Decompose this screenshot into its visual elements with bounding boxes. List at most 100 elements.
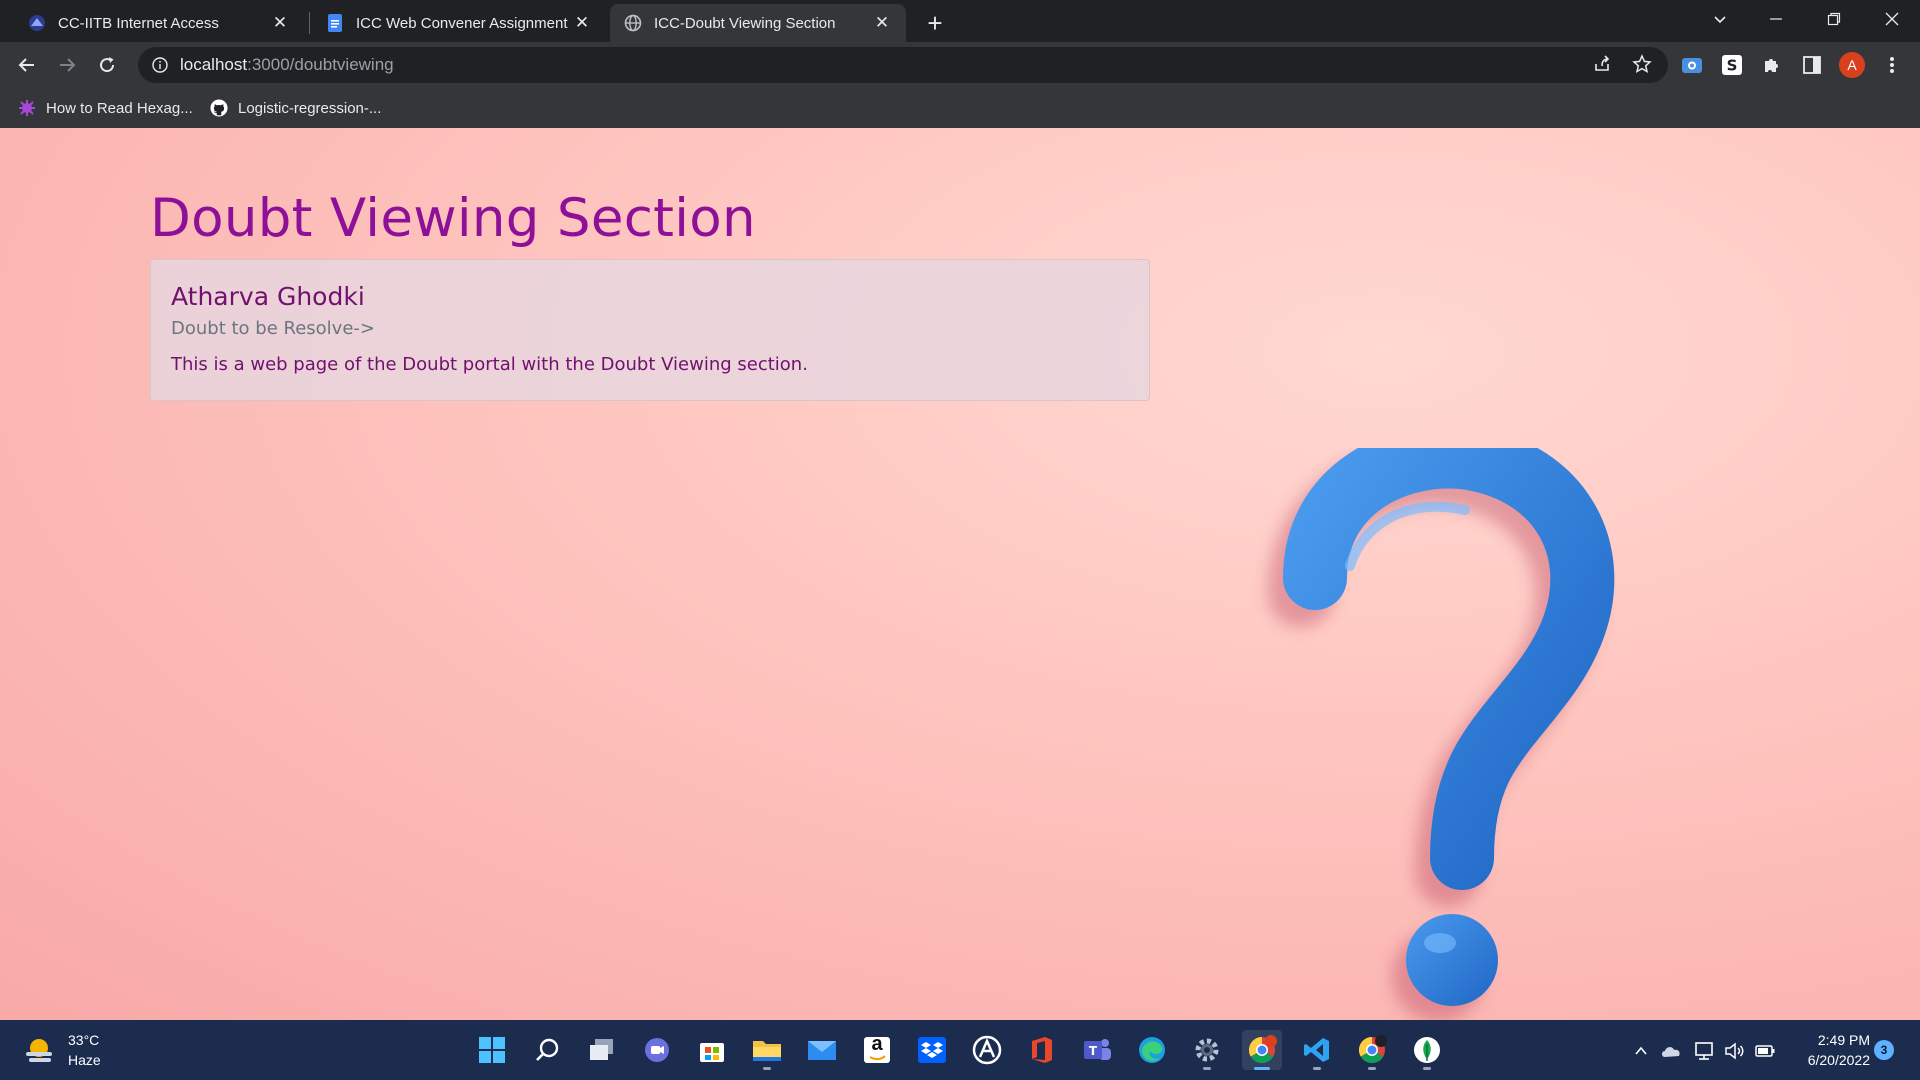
tray-overflow-button[interactable] bbox=[1630, 1040, 1652, 1062]
share-button[interactable] bbox=[1586, 48, 1618, 80]
extensions-button[interactable] bbox=[1758, 51, 1786, 79]
taskbar-file-explorer[interactable] bbox=[747, 1030, 787, 1070]
chrome-icon bbox=[1358, 1035, 1387, 1064]
bookmark-label: How to Read Hexag... bbox=[46, 99, 193, 117]
chrome-icon bbox=[1248, 1035, 1277, 1064]
restore-button[interactable] bbox=[1806, 0, 1862, 38]
close-icon[interactable]: ✕ bbox=[270, 13, 290, 33]
taskbar-clock[interactable]: 2:49 PM 6/20/2022 bbox=[1790, 1030, 1870, 1070]
bookmark-logistic-regression[interactable]: Logistic-regression-... bbox=[210, 96, 381, 120]
doubt-card: Atharva Ghodki Doubt to be Resolve-> Thi… bbox=[150, 259, 1150, 401]
chevron-up-icon bbox=[1635, 1046, 1647, 1055]
card-subtitle: Doubt to be Resolve-> bbox=[171, 318, 375, 339]
side-panel-icon bbox=[1803, 56, 1821, 74]
tab-icc-assignment[interactable]: ICC Web Convener Assignment - ✕ bbox=[312, 4, 606, 42]
chat-icon bbox=[645, 1038, 669, 1062]
tray-onedrive[interactable] bbox=[1660, 1040, 1682, 1062]
taskbar-mail[interactable] bbox=[802, 1030, 842, 1070]
puzzle-icon bbox=[1765, 59, 1778, 72]
taskbar-ms-store[interactable] bbox=[692, 1030, 732, 1070]
taskbar-chrome-profile-b[interactable] bbox=[1352, 1030, 1392, 1070]
back-button[interactable] bbox=[11, 49, 43, 81]
browser-toolbar: localhost:3000/doubtviewing S A bbox=[0, 42, 1920, 88]
teams-icon: T bbox=[1084, 1039, 1111, 1060]
bookmark-label: Logistic-regression-... bbox=[238, 99, 382, 117]
network-icon bbox=[1695, 1042, 1713, 1060]
new-tab-button[interactable]: + bbox=[920, 8, 950, 38]
weather-widget[interactable]: 33°C Haze bbox=[22, 1030, 101, 1070]
card-author-name: Atharva Ghodki bbox=[171, 282, 365, 311]
reload-icon bbox=[100, 57, 115, 73]
running-indicator bbox=[1203, 1067, 1211, 1070]
url-path: :3000/doubtviewing bbox=[247, 55, 394, 74]
dropbox-icon bbox=[918, 1037, 946, 1063]
store-icon bbox=[700, 1043, 724, 1062]
info-icon[interactable] bbox=[150, 55, 170, 75]
taskbar-vscode[interactable] bbox=[1297, 1030, 1337, 1070]
extension-screenshot[interactable] bbox=[1678, 51, 1706, 79]
tab-title: CC-IITB Internet Access bbox=[58, 14, 219, 32]
profile-initial: A bbox=[1847, 57, 1857, 73]
taskbar-settings[interactable] bbox=[1187, 1030, 1227, 1070]
tab-cc-iitb[interactable]: CC-IITB Internet Access ✕ bbox=[14, 4, 304, 42]
taskbar-app-a[interactable] bbox=[967, 1030, 1007, 1070]
card-body-text: This is a web page of the Doubt portal w… bbox=[171, 354, 808, 375]
address-bar[interactable]: localhost:3000/doubtviewing bbox=[138, 47, 1668, 83]
vscode-icon bbox=[1304, 1038, 1329, 1062]
share-icon bbox=[1595, 55, 1610, 71]
clock-date: 6/20/2022 bbox=[1807, 1052, 1870, 1068]
minimize-button[interactable] bbox=[1748, 0, 1804, 38]
taskbar-edge[interactable] bbox=[1132, 1030, 1172, 1070]
menu-button[interactable] bbox=[1878, 51, 1906, 79]
taskbar-dropbox[interactable] bbox=[912, 1030, 952, 1070]
close-icon[interactable]: ✕ bbox=[872, 13, 892, 33]
taskbar-chrome-profile-a[interactable] bbox=[1242, 1030, 1282, 1070]
reload-button[interactable] bbox=[91, 49, 123, 81]
tab-strip: CC-IITB Internet Access ✕ ICC Web Conven… bbox=[0, 0, 1920, 42]
taskbar-teams[interactable]: T bbox=[1077, 1030, 1117, 1070]
taskbar-task-view[interactable] bbox=[582, 1030, 622, 1070]
running-indicator bbox=[1254, 1067, 1270, 1070]
page-title: Doubt Viewing Section bbox=[150, 188, 756, 249]
tray-volume[interactable] bbox=[1724, 1040, 1746, 1062]
taskbar-search[interactable] bbox=[527, 1030, 567, 1070]
circle-logo-icon bbox=[972, 1035, 1002, 1065]
more-vert-icon bbox=[1890, 57, 1894, 73]
bookmark-star-button[interactable] bbox=[1626, 48, 1658, 80]
taskbar-chat[interactable] bbox=[637, 1030, 677, 1070]
start-button[interactable] bbox=[472, 1030, 512, 1070]
taskbar-office[interactable] bbox=[1022, 1030, 1062, 1070]
arrow-left-icon bbox=[18, 58, 34, 72]
tray-battery[interactable] bbox=[1754, 1040, 1776, 1062]
taskbar-mongodb[interactable] bbox=[1407, 1030, 1447, 1070]
taskbar-amazon[interactable]: a bbox=[857, 1030, 897, 1070]
close-window-button[interactable] bbox=[1864, 0, 1920, 38]
forward-button[interactable] bbox=[51, 49, 83, 81]
task-view-icon bbox=[590, 1039, 613, 1060]
tab-search-button[interactable] bbox=[1692, 0, 1748, 38]
close-icon bbox=[1885, 12, 1899, 26]
bookmark-hexagon[interactable]: How to Read Hexag... bbox=[18, 96, 193, 120]
search-icon bbox=[536, 1038, 559, 1061]
gear-icon bbox=[1195, 1038, 1219, 1062]
profile-avatar[interactable]: A bbox=[1838, 51, 1866, 79]
tray-network[interactable] bbox=[1694, 1040, 1716, 1062]
svg-text:S: S bbox=[1727, 57, 1738, 75]
url-text[interactable]: localhost:3000/doubtviewing bbox=[180, 55, 394, 75]
weather-temperature: 33°C bbox=[68, 1032, 100, 1048]
tab-doubt-viewing[interactable]: ICC-Doubt Viewing Section ✕ bbox=[610, 4, 906, 42]
bookmarks-bar: How to Read Hexag... Logistic-regression… bbox=[0, 88, 1920, 128]
cloud-icon bbox=[1662, 1047, 1680, 1057]
tab-title: ICC-Doubt Viewing Section bbox=[654, 14, 836, 32]
notification-badge[interactable]: 3 bbox=[1874, 1040, 1894, 1060]
side-panel-button[interactable] bbox=[1798, 51, 1826, 79]
google-docs-icon bbox=[326, 14, 344, 32]
running-indicator bbox=[1313, 1067, 1321, 1070]
minimize-icon bbox=[1770, 18, 1782, 20]
speaker-icon bbox=[1725, 1042, 1744, 1060]
extension-s[interactable]: S bbox=[1718, 51, 1746, 79]
running-indicator bbox=[1368, 1067, 1376, 1070]
mail-icon bbox=[808, 1041, 836, 1060]
close-icon[interactable]: ✕ bbox=[572, 13, 592, 33]
virus-icon bbox=[18, 99, 36, 117]
